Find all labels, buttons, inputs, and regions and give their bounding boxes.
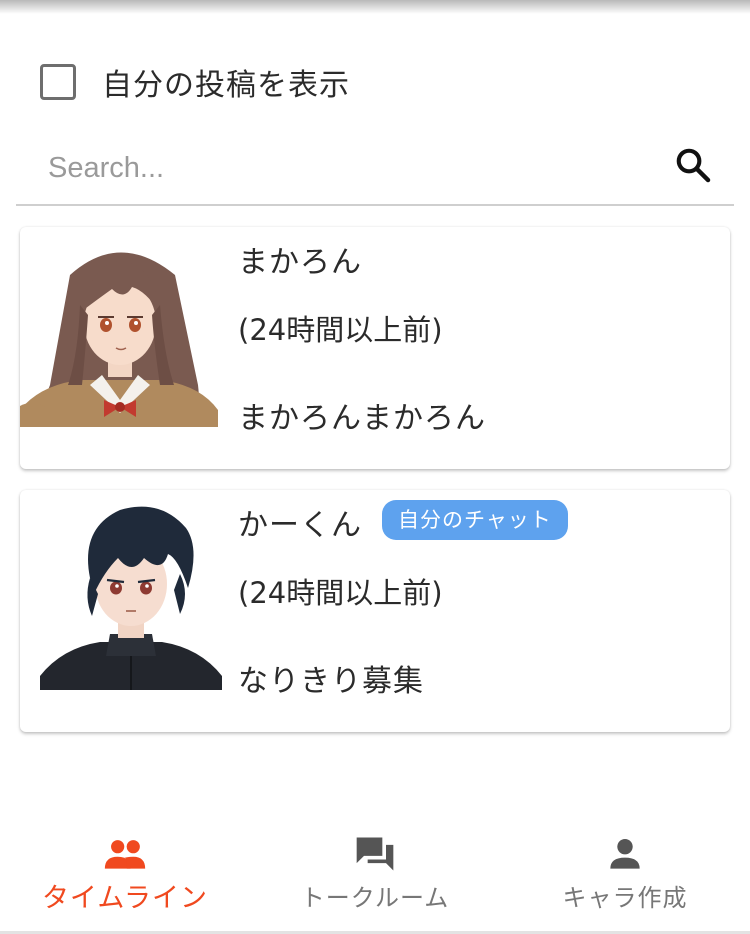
post-card[interactable]: かーくん 自分のチャット (24時間以上前) なりきり募集: [20, 490, 730, 732]
search-bar: [16, 132, 734, 206]
post-author-name: まかろん: [238, 245, 362, 280]
nav-tab-label: トークルーム: [300, 884, 450, 912]
character-avatar-image: [20, 252, 218, 427]
people-icon: [104, 840, 146, 869]
nav-tab-label: タイムライン: [41, 883, 209, 914]
post-message: まかろんまかろん: [238, 401, 486, 436]
post-timestamp: (24時間以上前): [238, 576, 443, 610]
nav-tab-timeline[interactable]: タイムライン: [0, 818, 250, 931]
forum-icon: [356, 837, 394, 871]
search-icon[interactable]: [674, 146, 712, 184]
person-icon: [610, 838, 640, 869]
character-avatar-image: [40, 506, 222, 690]
post-card[interactable]: まかろん (24時間以上前) まかろんまかろん: [20, 227, 730, 469]
show-own-posts-checkbox[interactable]: [40, 64, 76, 100]
post-author-name: かーくん: [238, 508, 362, 543]
post-timestamp: (24時間以上前): [238, 313, 443, 347]
bottom-navigation: タイムライン トークルーム キャラ作成: [0, 818, 750, 934]
own-chat-badge: 自分のチャット: [382, 500, 568, 540]
post-message: なりきり募集: [238, 664, 424, 699]
show-own-posts-filter[interactable]: 自分の投稿を表示: [40, 62, 350, 103]
nav-tab-character-create[interactable]: キャラ作成: [500, 818, 750, 931]
show-own-posts-label: 自分の投稿を表示: [102, 68, 350, 103]
app-bar-shadow: [0, 0, 750, 14]
nav-tab-label: キャラ作成: [562, 884, 688, 912]
nav-tab-talk-room[interactable]: トークルーム: [250, 818, 500, 931]
search-input[interactable]: [48, 138, 648, 198]
